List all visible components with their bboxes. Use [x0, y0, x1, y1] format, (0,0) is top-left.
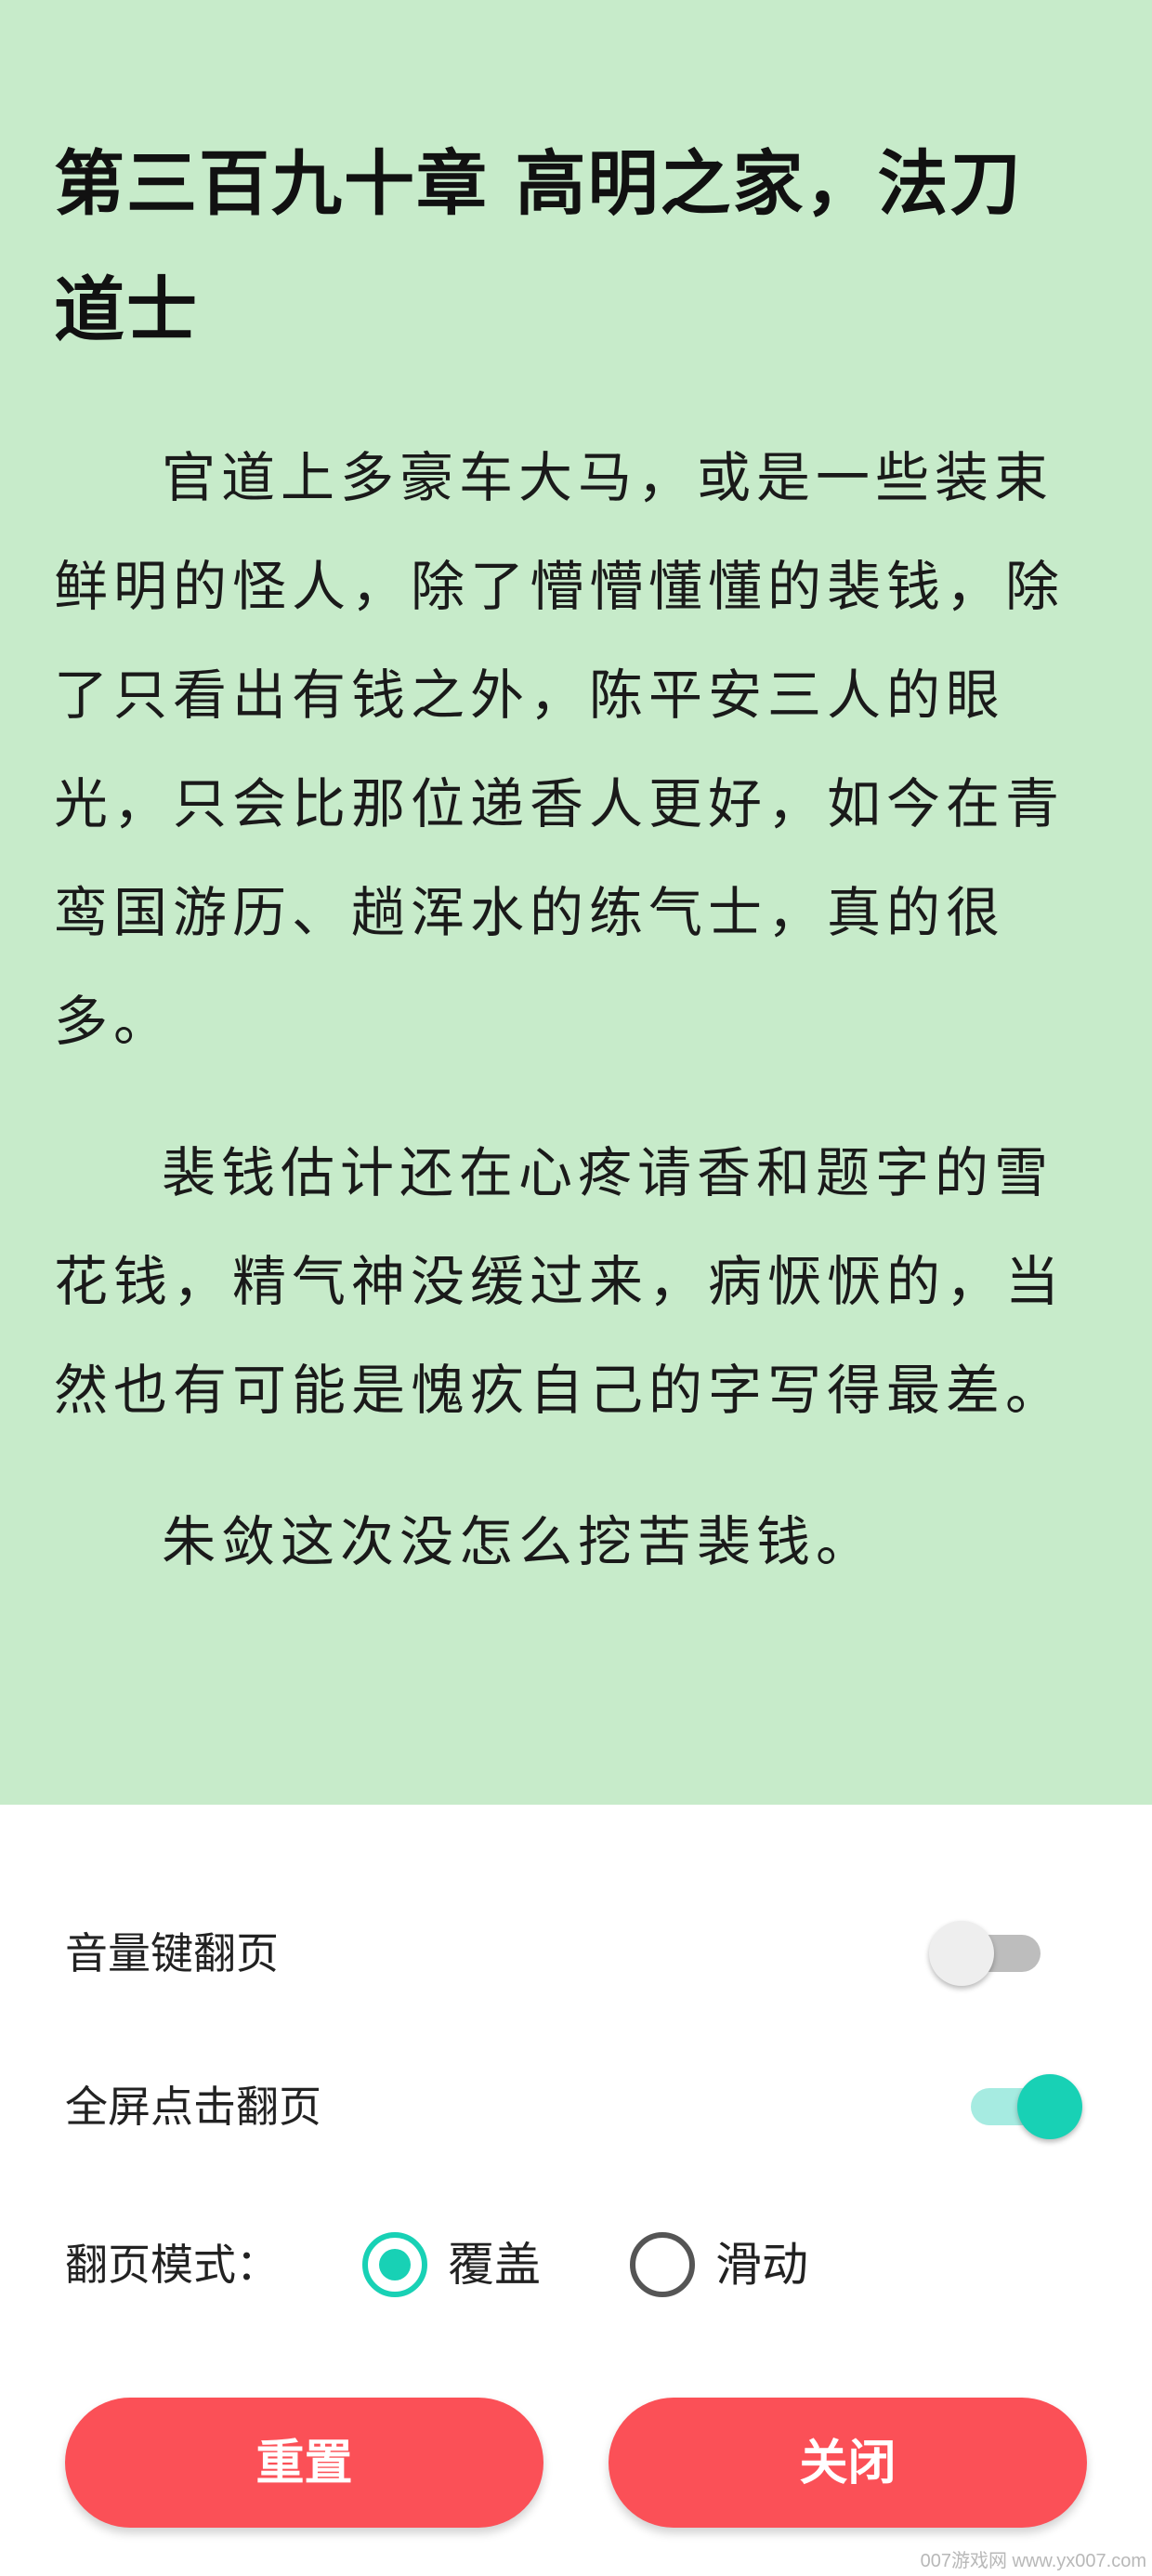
toggle-thumb: [929, 1921, 994, 1986]
fullscreen-tap-flip-label: 全屏点击翻页: [65, 2082, 321, 2132]
radio-unchecked-icon[interactable]: [630, 2232, 695, 2297]
reading-settings-panel: 音量键翻页 全屏点击翻页 翻页模式： 覆盖 滑动 重置 关闭 007游戏网 ww…: [0, 1805, 1152, 2576]
flip-mode-option-label: 滑动: [715, 2238, 808, 2292]
paragraph: 裴钱估计还在心疼请香和题字的雪花钱，精气神没缓过来，病恹恹的，当然也有可能是愧疚…: [54, 1141, 1066, 1422]
fullscreen-tap-flip-row: 全屏点击翻页: [65, 2065, 1087, 2149]
reset-button[interactable]: 重置: [65, 2398, 543, 2528]
paragraph: 朱敛这次没怎么挖苦裴钱。: [162, 1510, 876, 1573]
paragraph: 官道上多豪车大马，或是一些装束鲜明的怪人，除了懵懵懂懂的裴钱，除了只看出有钱之外…: [54, 446, 1066, 1053]
close-button[interactable]: 关闭: [609, 2398, 1087, 2528]
reader-content[interactable]: 第三百九十章 高明之家，法刀道士 官道上多豪车大马，或是一些装束鲜明的怪人，除了…: [0, 0, 1152, 1805]
fullscreen-tap-flip-toggle[interactable]: [952, 2065, 1082, 2149]
watermark: 007游戏网 www.yx007.com: [920, 2551, 1146, 2571]
volume-key-flip-label: 音量键翻页: [65, 1928, 279, 1978]
flip-mode-row: 翻页模式： 覆盖 滑动: [65, 2214, 1087, 2316]
volume-key-flip-row: 音量键翻页: [65, 1912, 1087, 1995]
volume-key-flip-toggle[interactable]: [929, 1912, 1059, 1995]
flip-mode-option-label: 覆盖: [448, 2238, 541, 2292]
chapter-title: 第三百九十章 高明之家，法刀道士: [54, 142, 1023, 351]
toggle-thumb: [1017, 2074, 1082, 2139]
radio-checked-icon[interactable]: [362, 2232, 427, 2297]
flip-mode-label: 翻页模式：: [65, 2240, 279, 2290]
